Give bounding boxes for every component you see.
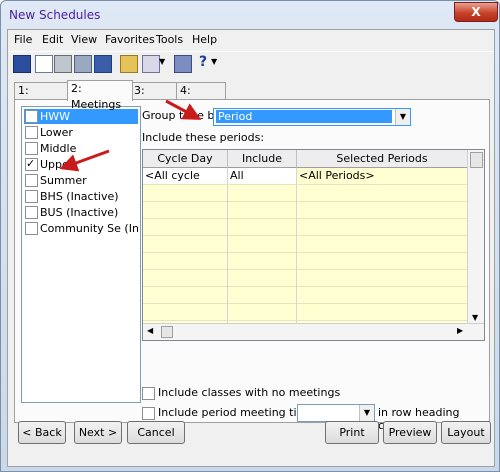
annotation-arrow	[165, 99, 202, 120]
annotation-arrows	[59, 99, 202, 172]
annotation-arrow	[59, 149, 110, 172]
tab-meetings[interactable]: 2: Meetings	[67, 80, 133, 111]
window: New Schedules X File Edit View Favorites…	[0, 0, 500, 472]
